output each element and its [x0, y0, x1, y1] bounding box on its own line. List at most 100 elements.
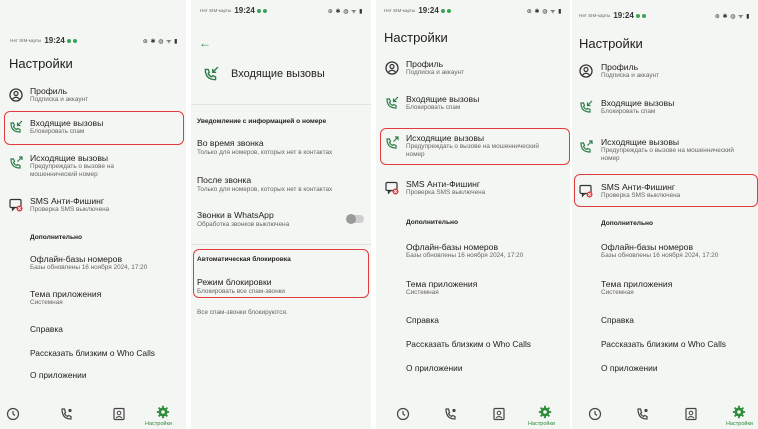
- settings-gear-icon[interactable]: [732, 405, 746, 419]
- settings-item-about[interactable]: О приложении: [406, 363, 463, 373]
- item-subtitle: Только для номеров, которых нет в контак…: [197, 186, 333, 193]
- incoming-call-icon: [580, 100, 593, 113]
- item-title: Профиль: [30, 86, 68, 96]
- item-subtitle: Предупреждать о вызове на мошеннический …: [601, 147, 734, 162]
- status-icons: ⊛ ✱ ◍ ᯤ ▮: [526, 8, 562, 15]
- page-title: Настройки: [579, 36, 643, 51]
- incoming-calls-panel: Нет SIM-карты 19:24 ⊛ ✱ ◍ ᯤ ▮ ← Входящие…: [191, 0, 371, 429]
- item-title: Во время звонка: [197, 138, 264, 148]
- sms-shield-icon: [9, 198, 23, 212]
- item-subtitle: Подписка и аккаунт: [406, 69, 464, 76]
- carrier-label: Нет SIM-карты: [579, 13, 611, 18]
- item-subtitle: Системная: [30, 299, 63, 306]
- section-notifications: Уведомление с информацией о номере: [197, 118, 327, 125]
- page-title: Настройки: [384, 30, 448, 45]
- clock: 19:24: [234, 6, 255, 15]
- history-icon[interactable]: [588, 407, 602, 421]
- phone-icon[interactable]: [444, 407, 458, 421]
- nav-settings-label: Настройки: [528, 421, 555, 427]
- status-icons: ⊛ ✱ ◍ ᯤ ▮: [327, 8, 363, 15]
- nav-settings-label: Настройки: [726, 421, 753, 427]
- highlight-box: [4, 111, 184, 145]
- settings-item-share[interactable]: Рассказать близким о Who Calls: [406, 339, 531, 349]
- item-subtitle: Предупреждать о вызове на мошеннический …: [30, 163, 114, 178]
- item-subtitle: Базы обновлены 16 ноября 2024, 17:20: [406, 252, 524, 259]
- item-subtitle: Проверка SMS выключена: [406, 189, 486, 196]
- item-title: SMS Анти-Фишинг: [30, 196, 104, 206]
- highlight-box: [574, 174, 758, 207]
- item-title: Звонки в WhatsApp: [197, 210, 274, 220]
- item-title: После звонка: [197, 175, 252, 185]
- item-title: Исходящие вызовы: [601, 137, 680, 147]
- settings-item-share[interactable]: Рассказать близким о Who Calls: [601, 339, 726, 349]
- item-title: Профиль: [601, 62, 639, 72]
- bottom-nav: Настройки: [572, 405, 758, 429]
- divider: [191, 244, 371, 245]
- settings-item-about[interactable]: О приложении: [601, 363, 658, 373]
- item-title: Офлайн-базы номеров: [406, 242, 499, 252]
- history-icon[interactable]: [396, 407, 410, 421]
- item-subtitle: Блокировать спам: [406, 104, 461, 111]
- settings-panel-3: Нет SIM-карты 19:24 ⊛ ✱ ◍ ᯤ ▮ Настройки …: [376, 0, 570, 429]
- clock: 19:24: [418, 6, 439, 15]
- history-icon[interactable]: [6, 407, 20, 421]
- whatsapp-toggle[interactable]: [346, 214, 364, 224]
- status-bar: Нет SIM-карты 19:24 ⊛ ✱ ◍ ᯤ ▮: [384, 6, 570, 15]
- settings-gear-icon[interactable]: [538, 405, 552, 419]
- settings-item-help[interactable]: Справка: [601, 315, 634, 325]
- settings-item-help[interactable]: Справка: [30, 324, 63, 334]
- item-title: Входящие вызовы: [601, 98, 675, 108]
- item-title: Тема приложения: [601, 279, 673, 289]
- contacts-icon[interactable]: [112, 407, 126, 421]
- profile-icon: [385, 61, 399, 75]
- incoming-call-icon: [204, 66, 219, 81]
- clock: 19:24: [44, 36, 65, 45]
- item-title: Офлайн-базы номеров: [601, 242, 694, 252]
- outgoing-call-icon: [580, 140, 593, 153]
- outgoing-call-icon: [10, 156, 23, 169]
- bottom-nav: Настройки: [376, 405, 570, 429]
- item-subtitle: Подписка и аккаунт: [30, 96, 88, 103]
- item-subtitle: Базы обновлены 16 ноября 2024, 17:20: [30, 264, 148, 271]
- item-subtitle: Проверка SMS выключена: [30, 206, 110, 213]
- profile-icon: [9, 88, 23, 102]
- item-subtitle: Обработка звонков выключена: [197, 221, 290, 228]
- notification-dot: [440, 8, 445, 13]
- notification-dot: [256, 8, 261, 13]
- phone-icon[interactable]: [636, 407, 650, 421]
- notification-dot: [446, 8, 451, 13]
- notification-dot: [72, 38, 77, 43]
- contacts-icon[interactable]: [492, 407, 506, 421]
- item-title: Офлайн-базы номеров: [30, 254, 123, 264]
- item-title: Тема приложения: [30, 289, 102, 299]
- settings-item-share[interactable]: Рассказать близким о Who Calls: [30, 348, 155, 358]
- carrier-label: Нет SIM-карты: [10, 38, 42, 43]
- settings-gear-icon[interactable]: [156, 405, 170, 419]
- highlight-box: [193, 249, 369, 298]
- item-title: Профиль: [406, 59, 444, 69]
- divider: [191, 104, 371, 105]
- section-advanced: Дополнительно: [601, 220, 654, 227]
- contacts-icon[interactable]: [684, 407, 698, 421]
- item-subtitle: Подписка и аккаунт: [601, 72, 659, 79]
- notification-dot: [66, 38, 71, 43]
- screen-title: Входящие вызовы: [231, 68, 325, 80]
- notification-dot: [635, 13, 640, 18]
- back-arrow-icon[interactable]: ←: [199, 36, 211, 50]
- item-title: Исходящие вызовы: [30, 153, 109, 163]
- settings-item-about[interactable]: О приложении: [30, 370, 87, 380]
- item-subtitle: Системная: [601, 289, 634, 296]
- item-subtitle: Блокировать спам: [601, 108, 656, 115]
- item-subtitle: Системная: [406, 289, 439, 296]
- block-note: Все спам-звонки блокируются.: [197, 309, 288, 316]
- carrier-label: Нет SIM-карты: [200, 8, 232, 13]
- notification-dot: [641, 13, 646, 18]
- section-advanced: Дополнительно: [406, 219, 459, 226]
- highlight-box: [380, 128, 570, 165]
- profile-icon: [579, 64, 593, 78]
- section-advanced: Дополнительно: [30, 234, 83, 241]
- settings-item-help[interactable]: Справка: [406, 315, 439, 325]
- phone-icon[interactable]: [60, 407, 74, 421]
- item-title: Тема приложения: [406, 279, 478, 289]
- clock: 19:24: [613, 11, 634, 20]
